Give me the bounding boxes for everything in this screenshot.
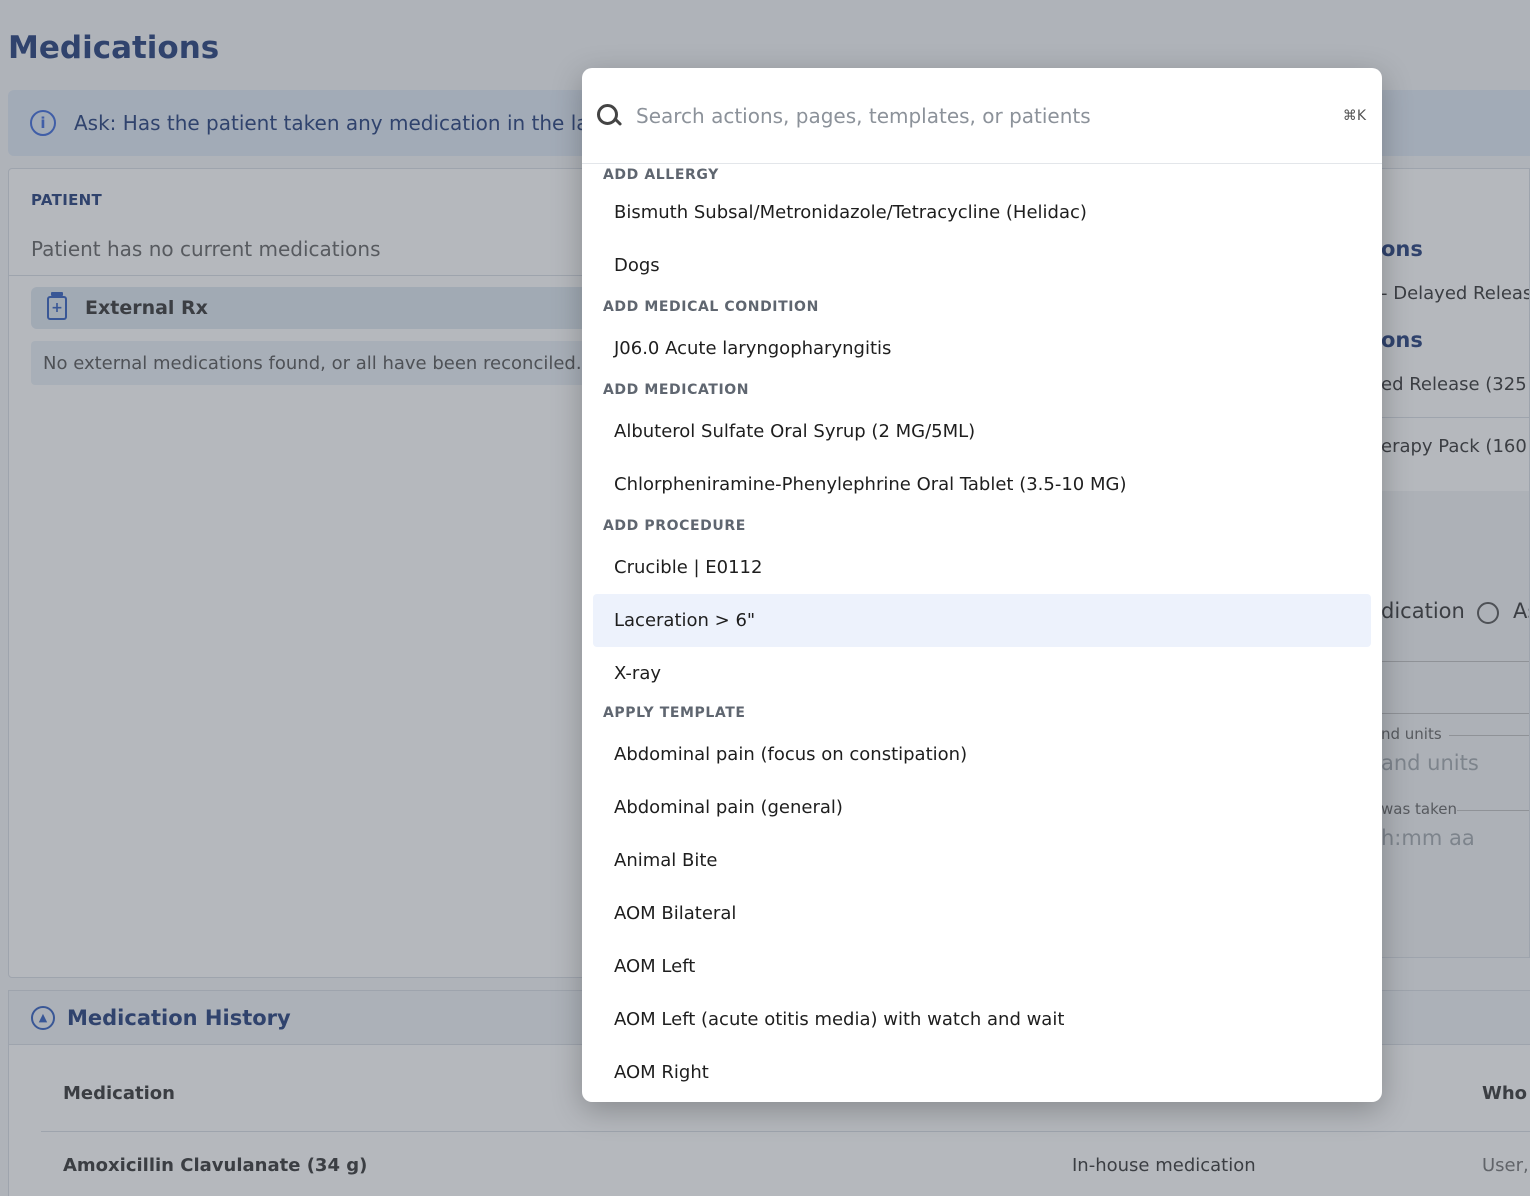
search-icon xyxy=(596,103,622,129)
search-input[interactable] xyxy=(636,103,1343,128)
group-header-add-medication: ADD MEDICATION xyxy=(603,382,750,398)
keyboard-shortcut-hint: ⌘K xyxy=(1342,107,1366,124)
list-item[interactable]: Bismuth Subsal/Metronidazole/Tetracyclin… xyxy=(593,186,1371,239)
list-item[interactable]: Crucible | E0112 xyxy=(593,541,1371,594)
palette-results-list: ADD ALLERGY Bismuth Subsal/Metronidazole… xyxy=(582,164,1382,1099)
palette-search-bar: ⌘K xyxy=(582,68,1382,164)
group-header-add-medical-condition: ADD MEDICAL CONDITION xyxy=(603,299,819,315)
list-item[interactable]: Dogs xyxy=(593,239,1371,292)
list-item[interactable]: Abdominal pain (focus on constipation) xyxy=(593,728,1371,781)
list-item[interactable]: X-ray xyxy=(593,647,1371,700)
list-item[interactable]: Albuterol Sulfate Oral Syrup (2 MG/5ML) xyxy=(593,405,1371,458)
group-header-add-procedure: ADD PROCEDURE xyxy=(603,518,746,534)
list-item[interactable]: Animal Bite xyxy=(593,834,1371,887)
command-palette: ⌘K ADD ALLERGY Bismuth Subsal/Metronidaz… xyxy=(582,68,1382,1102)
list-item-highlighted[interactable]: Laceration > 6" xyxy=(593,594,1371,647)
list-item[interactable]: J06.0 Acute laryngopharyngitis xyxy=(593,322,1371,375)
group-header-apply-template: APPLY TEMPLATE xyxy=(603,705,746,721)
list-item[interactable]: AOM Left (acute otitis media) with watch… xyxy=(593,993,1371,1046)
list-item[interactable]: AOM Right xyxy=(593,1046,1371,1099)
list-item[interactable]: Abdominal pain (general) xyxy=(593,781,1371,834)
group-header-add-allergy: ADD ALLERGY xyxy=(603,167,719,183)
list-item[interactable]: AOM Left xyxy=(593,940,1371,993)
list-item[interactable]: AOM Bilateral xyxy=(593,887,1371,940)
list-item[interactable]: Chlorpheniramine-Phenylephrine Oral Tabl… xyxy=(593,458,1371,511)
